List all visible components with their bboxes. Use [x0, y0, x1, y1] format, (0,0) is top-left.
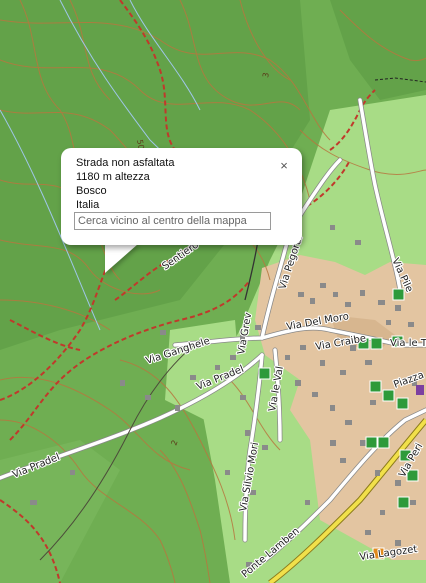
poi-icon[interactable] [396, 397, 409, 410]
popup-country: Italia [76, 199, 100, 211]
close-icon[interactable]: × [277, 159, 291, 173]
poi-icon[interactable] [370, 337, 383, 350]
popup-pointer [105, 244, 138, 273]
poi-icon[interactable] [397, 496, 410, 509]
poi-icon[interactable] [369, 380, 382, 393]
map-canvas[interactable]: Via Pradel Via Pradel Via Ganghele Via D… [0, 0, 426, 583]
poi-icon[interactable] [382, 389, 395, 402]
popup-altitude: 1180 m altezza [76, 171, 150, 183]
search-input[interactable] [74, 212, 271, 230]
info-popup: Strada non asfaltata 1180 m altezza Bosc… [61, 148, 302, 245]
popup-landcover: Bosco [76, 185, 107, 197]
poi-icon[interactable] [365, 436, 378, 449]
poi-icon[interactable] [416, 385, 424, 395]
poi-icon[interactable] [377, 436, 390, 449]
poi-icon[interactable] [392, 288, 405, 301]
street-label-via-le-tre: Via le Tre [390, 338, 426, 349]
poi-icon[interactable] [258, 367, 271, 380]
popup-road-type: Strada non asfaltata [76, 157, 175, 169]
